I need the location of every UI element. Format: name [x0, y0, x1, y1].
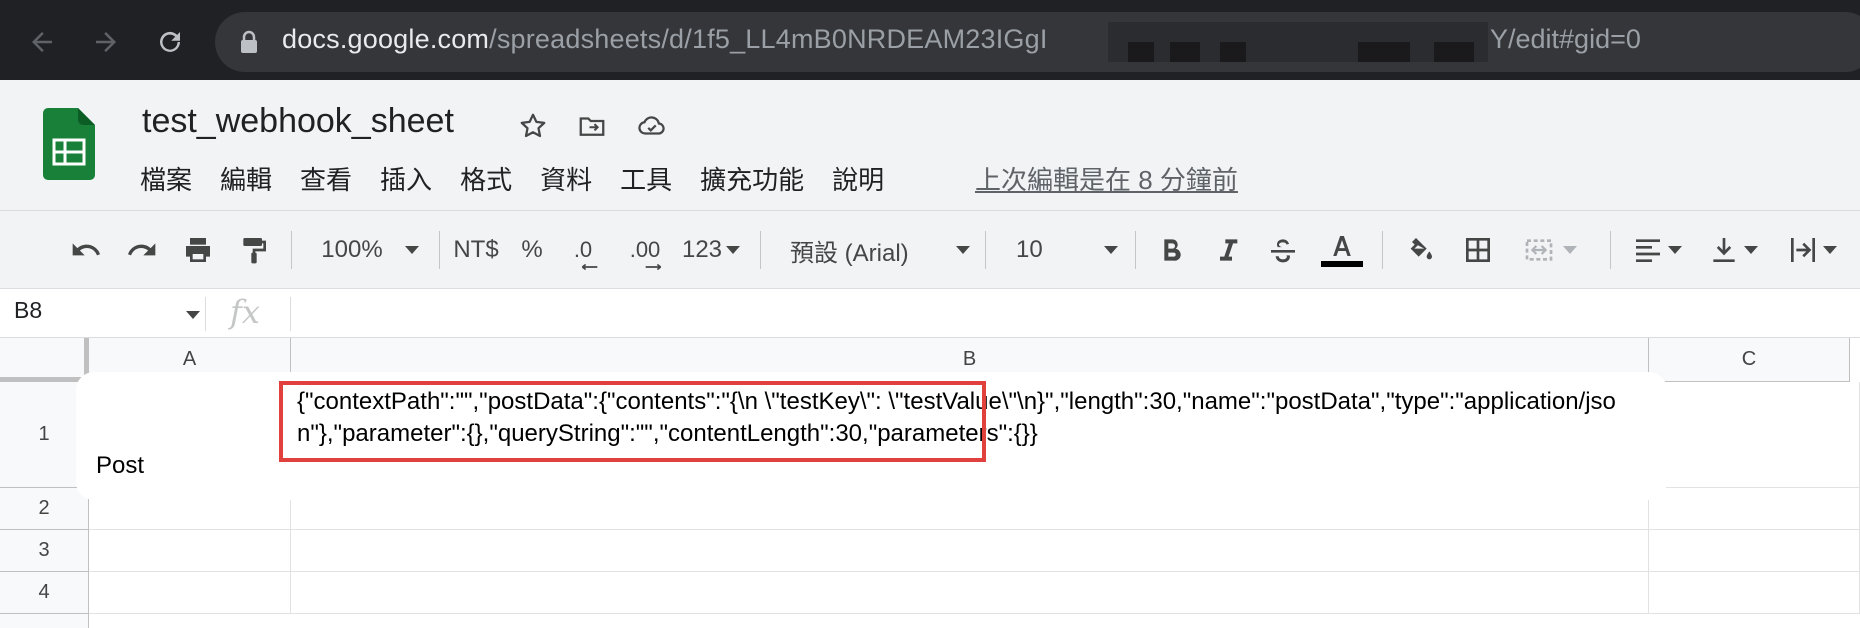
- cell-c1[interactable]: [1649, 382, 1860, 488]
- menu-file[interactable]: 檔案: [140, 160, 192, 200]
- formula-input[interactable]: [300, 289, 1840, 337]
- forward-icon[interactable]: [86, 22, 126, 62]
- document-title[interactable]: test_webhook_sheet: [142, 102, 454, 141]
- menu-data[interactable]: 資料: [540, 160, 592, 200]
- menu-tools[interactable]: 工具: [620, 160, 672, 200]
- italic-icon[interactable]: [1211, 227, 1245, 273]
- last-edit-link[interactable]: 上次編輯是在 8 分鐘前: [975, 160, 1238, 200]
- print-icon[interactable]: [178, 227, 218, 273]
- font-size-value: 10: [1016, 236, 1043, 263]
- toolbar-divider: [1610, 231, 1611, 269]
- cell-a1[interactable]: Post: [96, 452, 144, 480]
- currency-format-button[interactable]: NT$: [450, 227, 502, 273]
- toolbar-divider: [439, 231, 440, 269]
- redo-icon[interactable]: [122, 227, 162, 273]
- horizontal-align-button[interactable]: [1626, 227, 1688, 273]
- grid-cell[interactable]: [89, 572, 291, 614]
- text-wrap-button[interactable]: [1780, 227, 1844, 273]
- column-header-c[interactable]: C: [1649, 338, 1850, 382]
- menu-bar: 檔案 編輯 查看 插入 格式 資料 工具 擴充功能 說明: [140, 160, 912, 200]
- text-color-icon: [1333, 236, 1351, 256]
- menu-format[interactable]: 格式: [460, 160, 512, 200]
- star-icon[interactable]: [515, 108, 551, 144]
- url-text[interactable]: docs.google.com/spreadsheets/d/1f5_LL4mB…: [282, 24, 1048, 55]
- undo-icon[interactable]: [66, 227, 106, 273]
- toolbar-divider: [291, 231, 292, 269]
- menu-help[interactable]: 說明: [832, 160, 884, 200]
- bold-icon[interactable]: [1154, 227, 1188, 273]
- browser-bar: docs.google.com/spreadsheets/d/1f5_LL4mB…: [0, 0, 1860, 80]
- annotation-highlight-box: [279, 381, 986, 462]
- percent-label: %: [521, 236, 543, 263]
- merge-cells-button[interactable]: [1515, 227, 1585, 273]
- back-icon[interactable]: [22, 22, 62, 62]
- fx-icon: fx: [230, 293, 260, 331]
- menu-extensions[interactable]: 擴充功能: [700, 160, 804, 200]
- align-left-icon: [1636, 239, 1660, 262]
- percent-format-button[interactable]: %: [520, 227, 544, 273]
- redacted-region: [1108, 22, 1488, 62]
- toolbar: 100% NT$ % .0 .00 123 預設 (Arial) 10: [0, 210, 1860, 288]
- move-folder-icon[interactable]: [574, 108, 610, 144]
- strikethrough-icon[interactable]: [1266, 227, 1300, 273]
- grid-cell[interactable]: [291, 572, 1649, 614]
- grid-cell[interactable]: [89, 530, 291, 572]
- lock-icon: [241, 30, 257, 53]
- more-formats-label: 123: [681, 236, 723, 263]
- borders-icon[interactable]: [1460, 227, 1496, 273]
- formula-divider: [205, 297, 206, 331]
- toolbar-divider: [985, 231, 986, 269]
- grid-cell[interactable]: [1649, 488, 1860, 530]
- select-all-corner[interactable]: [0, 338, 89, 382]
- text-wrap-icon: [1791, 238, 1815, 262]
- menu-insert[interactable]: 插入: [380, 160, 432, 200]
- fill-color-icon[interactable]: [1400, 227, 1440, 273]
- toolbar-divider: [760, 231, 761, 269]
- toolbar-divider: [1135, 231, 1136, 269]
- font-family-select[interactable]: 預設 (Arial): [790, 227, 970, 273]
- font-size-select[interactable]: 10: [1016, 227, 1118, 273]
- formula-divider: [290, 297, 291, 331]
- currency-label: NT$: [453, 236, 499, 263]
- name-box[interactable]: B8: [14, 297, 42, 324]
- grid-cell[interactable]: [291, 530, 1649, 572]
- arrow-right-icon: [645, 263, 662, 271]
- formula-bar: B8 fx: [0, 288, 1860, 338]
- merge-cells-icon: [1525, 239, 1553, 261]
- vertical-align-button[interactable]: [1702, 227, 1764, 273]
- sheets-logo-icon[interactable]: [43, 108, 95, 180]
- decrease-decimal-button[interactable]: .0: [565, 227, 601, 273]
- app-header: test_webhook_sheet 檔案 編輯 查看 插入 格式 資料 工具 …: [0, 80, 1860, 210]
- decrease-decimal-label: .0: [573, 237, 593, 262]
- align-bottom-icon: [1713, 238, 1735, 262]
- url-tail: Y/edit#gid=0: [1490, 24, 1641, 54]
- name-box-dropdown-icon[interactable]: [186, 311, 200, 319]
- zoom-value: 100%: [321, 236, 383, 263]
- menu-edit[interactable]: 編輯: [220, 160, 272, 200]
- font-family-value: 預設 (Arial): [790, 239, 909, 267]
- more-formats-select[interactable]: 123: [678, 227, 744, 273]
- row-header-3[interactable]: 3: [0, 530, 89, 572]
- arrow-left-icon: [581, 263, 598, 271]
- menu-view[interactable]: 查看: [300, 160, 352, 200]
- url-path: /spreadsheets/d/1f5_LL4mB0NRDEAM23IGgI: [489, 24, 1048, 54]
- grid-cell[interactable]: [1649, 530, 1860, 572]
- zoom-select[interactable]: 100%: [318, 227, 422, 273]
- grid-cell[interactable]: [1649, 572, 1860, 614]
- toolbar-divider: [1382, 231, 1383, 269]
- text-color-button[interactable]: [1320, 227, 1364, 273]
- row-header-5[interactable]: [0, 614, 89, 628]
- increase-decimal-button[interactable]: .00: [620, 227, 670, 273]
- row-header-4[interactable]: 4: [0, 572, 89, 614]
- cloud-saved-icon[interactable]: [634, 108, 670, 144]
- text-color-swatch: [1321, 261, 1363, 267]
- url-host: docs.google.com: [282, 24, 490, 54]
- paint-format-icon[interactable]: [234, 227, 274, 273]
- row-header-2[interactable]: 2: [0, 488, 89, 530]
- increase-decimal-label: .00: [629, 237, 661, 262]
- reload-icon[interactable]: [150, 22, 190, 62]
